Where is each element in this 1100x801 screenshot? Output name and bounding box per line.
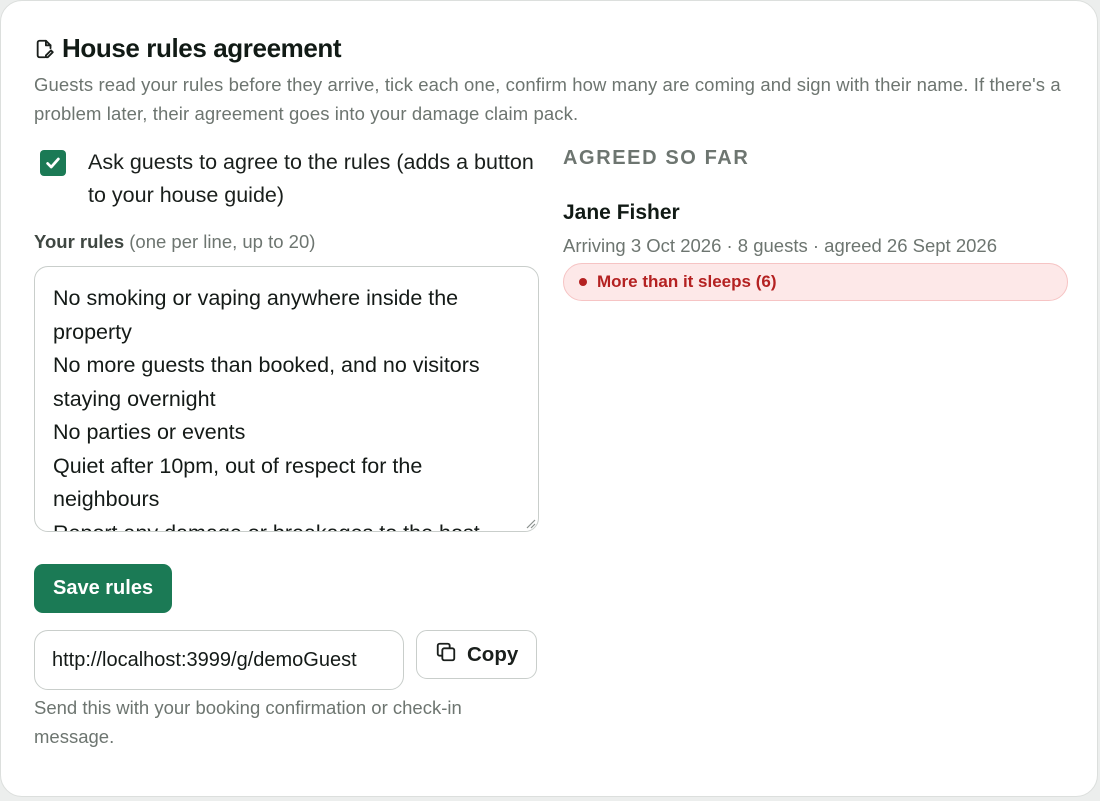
copy-button-label: Copy (467, 642, 519, 666)
page-title: House rules agreement (62, 33, 342, 63)
agreement-toggle-row[interactable]: Ask guests to agree to the rules (adds a… (34, 146, 540, 212)
rule-line: No parties or events (53, 420, 246, 444)
capacity-warning-badge: More than it sleeps (6) (563, 263, 1068, 301)
warning-dot-icon (579, 278, 587, 286)
capacity-warning-text: More than it sleeps (6) (597, 272, 777, 291)
save-rules-button[interactable]: Save rules (34, 564, 173, 613)
rules-textarea[interactable]: No smoking or vaping anywhere inside the… (34, 266, 539, 532)
resize-handle-icon[interactable] (524, 517, 536, 529)
agreed-heading: AGREED SO FAR (563, 147, 750, 169)
rule-line: Quiet after 10pm, out of respect for the… (53, 453, 423, 512)
edit-document-icon (34, 38, 56, 60)
rules-hint: (one per line, up to 20) (129, 231, 316, 252)
copy-icon (435, 641, 457, 668)
rule-line: Report any damage or breakages to the ho… (53, 517, 523, 532)
share-link-row: Copy (34, 630, 540, 690)
agreed-guest-entry: Jane Fisher Arriving 3 Oct 2026 · 8 gues… (563, 199, 1068, 301)
card-header: House rules agreement (34, 33, 342, 64)
guest-link-input[interactable] (34, 630, 404, 690)
page-description: Guests read your rules before they arriv… (34, 74, 1061, 124)
rules-textarea-content[interactable]: No smoking or vaping anywhere inside the… (53, 282, 523, 532)
guest-meta: Arriving 3 Oct 2026 · 8 guests · agreed … (563, 235, 997, 256)
share-hint: Send this with your booking confirmation… (34, 697, 462, 747)
copy-link-button[interactable]: Copy (416, 630, 538, 679)
house-rules-card: House rules agreement Guests read your r… (0, 0, 1098, 797)
agreement-checkbox-label[interactable]: Ask guests to agree to the rules (adds a… (88, 146, 540, 212)
guest-name: Jane Fisher (563, 201, 680, 224)
rule-line: No smoking or vaping anywhere inside the… (53, 286, 459, 344)
agreement-checkbox[interactable] (40, 150, 66, 176)
agreed-column: AGREED SO FAR Jane Fisher Arriving 3 Oct… (563, 144, 1068, 301)
rules-label: Your rules (34, 231, 125, 252)
rules-field-label: Your rules (one per line, up to 20) (34, 229, 540, 255)
checkmark-icon (46, 157, 60, 169)
rules-editor-column: Ask guests to agree to the rules (adds a… (34, 146, 540, 751)
rule-line: No more guests than booked, and no visit… (53, 353, 480, 411)
